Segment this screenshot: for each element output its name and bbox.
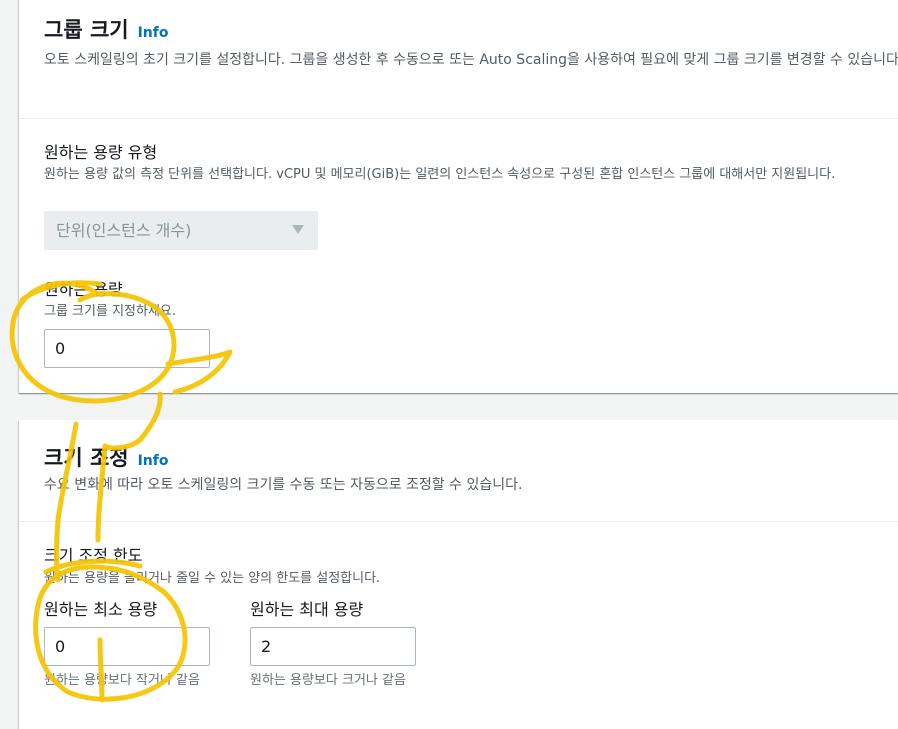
max-capacity-input[interactable] (250, 627, 416, 666)
desired-capacity-input[interactable] (44, 329, 210, 368)
max-capacity-label: 원하는 최대 용량 (250, 600, 364, 619)
scaling-title: 크기 조정 Info (44, 446, 169, 470)
scaling-limits-description: 원하는 용량을 늘리거나 줄일 수 있는 양의 한도를 설정합니다. (44, 571, 381, 586)
group-size-description: 오토 스케일링의 초기 크기를 설정합니다. 그룹을 생성한 후 수동으로 또는… (44, 52, 898, 68)
capacity-type-description: 원하는 용량 값의 측정 단위를 선택합니다. vCPU 및 메모리(GiB)는… (44, 167, 836, 182)
min-capacity-constraint: 원하는 용량보다 작거나 같음 (44, 673, 200, 688)
scaling-limits-label: 크기 조정 한도 (44, 546, 143, 565)
group-size-header: 그룹 크기 Info 오토 스케일링의 초기 크기를 설정합니다. 그룹을 생성한… (19, 0, 898, 119)
page: 그룹 크기 Info 오토 스케일링의 초기 크기를 설정합니다. 그룹을 생성한… (0, 0, 898, 729)
desired-capacity-label: 원하는 용량 (44, 280, 123, 299)
scaling-info-link[interactable]: Info (138, 453, 169, 469)
desired-capacity-description: 그룹 크기를 지정하세요. (44, 304, 176, 319)
max-capacity-constraint: 원하는 용량보다 크거나 같음 (250, 673, 406, 688)
min-capacity-label: 원하는 최소 용량 (44, 600, 158, 619)
scaling-header: 크기 조정 Info 수요 변화에 따라 오토 스케일링의 크기를 수동 또는 자… (19, 420, 898, 522)
capacity-type-select[interactable]: 단위(인스턴스 개수) (44, 211, 318, 250)
capacity-type-selected-value: 단위(인스턴스 개수) (56, 221, 192, 240)
group-size-info-link[interactable]: Info (138, 25, 169, 41)
scaling-panel: 크기 조정 Info 수요 변화에 따라 오토 스케일링의 크기를 수동 또는 자… (19, 420, 898, 729)
scaling-description: 수요 변화에 따라 오토 스케일링의 크기를 수동 또는 자동으로 조정할 수 … (44, 477, 523, 493)
capacity-type-label: 원하는 용량 유형 (44, 143, 158, 162)
min-capacity-input[interactable] (44, 627, 210, 666)
group-size-panel: 그룹 크기 Info 오토 스케일링의 초기 크기를 설정합니다. 그룹을 생성한… (19, 0, 898, 393)
caret-down-icon (292, 225, 304, 234)
group-size-title: 그룹 크기 Info (44, 18, 169, 42)
